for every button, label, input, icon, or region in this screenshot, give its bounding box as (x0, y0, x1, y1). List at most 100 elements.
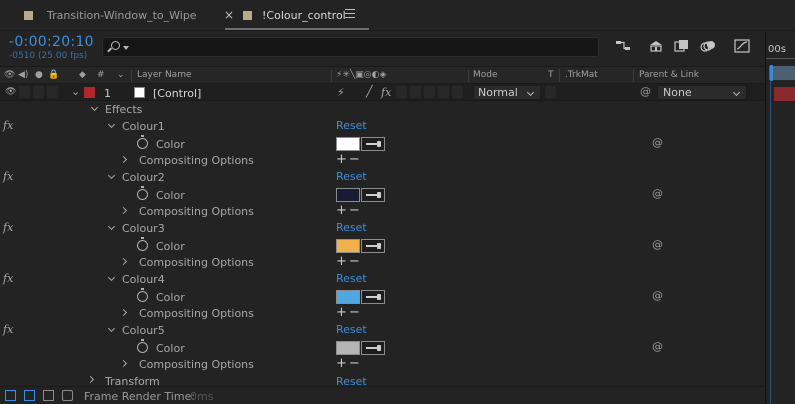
color-swatch[interactable] (336, 290, 360, 304)
pickwhip-icon[interactable]: @ (652, 340, 663, 353)
color-swatch[interactable] (336, 188, 360, 202)
compositing-options-row[interactable]: Compositing Options +− (0, 305, 765, 322)
color-property-row[interactable]: Color @ (0, 135, 765, 152)
pickwhip-icon[interactable]: @ (640, 85, 651, 98)
current-time-indicator[interactable] (770, 65, 773, 81)
visibility-eye-icon[interactable]: 👁 (5, 87, 16, 97)
layer-name[interactable]: [Control] (153, 87, 201, 100)
graph-editor-icon[interactable] (734, 39, 750, 53)
in-out-toggle-icon[interactable] (43, 390, 54, 401)
stopwatch-icon[interactable] (137, 186, 148, 200)
color-property-row[interactable]: Color @ (0, 186, 765, 203)
twirl-down-icon[interactable] (90, 103, 99, 112)
effect-toggle-icon[interactable]: fx (3, 119, 13, 132)
mode-header[interactable]: Mode (473, 70, 498, 80)
composition-mini-flowchart-icon[interactable] (615, 39, 631, 53)
compositing-options-row[interactable]: Compositing Options +− (0, 356, 765, 373)
render-time-toggle-icon[interactable] (62, 390, 73, 401)
stopwatch-icon[interactable] (137, 288, 148, 302)
add-remove-mask-icon[interactable]: +− (336, 254, 362, 269)
motion-blur-switch[interactable] (410, 86, 421, 98)
lock-column-icon[interactable]: 🔒 (48, 70, 59, 80)
twirl-right-icon[interactable] (86, 375, 95, 384)
effect-row-colour4[interactable]: fx Colour4 Reset (0, 271, 765, 288)
compositing-options-row[interactable]: Compositing Options +− (0, 254, 765, 271)
color-property-row[interactable]: Color @ (0, 339, 765, 356)
adjustment-layer-switch[interactable] (424, 86, 435, 98)
number-column-icon[interactable]: # (97, 70, 105, 80)
effect-row-colour3[interactable]: fx Colour3 Reset (0, 220, 765, 237)
transfer-controls-toggle-icon[interactable] (24, 390, 35, 401)
solo-column-icon[interactable]: ● (35, 70, 43, 80)
transform-row[interactable]: Transform Reset (0, 373, 765, 388)
motion-blur-icon[interactable] (700, 39, 716, 53)
draft-3d-icon[interactable] (648, 39, 664, 53)
label-column-icon[interactable]: ◆ (79, 70, 86, 80)
eye-column-icon[interactable]: 👁 (4, 70, 15, 80)
twirl-right-icon[interactable] (119, 206, 128, 215)
eyedropper-icon[interactable] (361, 137, 385, 151)
stopwatch-icon[interactable] (137, 135, 148, 149)
add-remove-mask-icon[interactable]: +− (336, 152, 362, 167)
twirl-down-icon[interactable]: ⌄ (71, 85, 80, 98)
twirl-down-icon[interactable] (107, 120, 116, 129)
twirl-down-icon[interactable] (107, 324, 116, 333)
panel-menu-icon[interactable] (345, 9, 355, 21)
audio-column-icon[interactable]: ◀) (18, 70, 28, 80)
add-remove-mask-icon[interactable]: +− (336, 203, 362, 218)
layer-label-color[interactable] (84, 87, 95, 98)
twirl-right-icon[interactable] (119, 308, 128, 317)
effects-group-row[interactable]: Effects (0, 101, 765, 118)
eyedropper-icon[interactable] (361, 341, 385, 355)
twirl-down-icon[interactable] (107, 222, 116, 231)
solo-switch[interactable] (33, 86, 44, 98)
3d-layer-switch[interactable] (438, 86, 449, 98)
effects-switch-icon[interactable]: fx (381, 86, 391, 99)
twirl-right-icon[interactable] (119, 155, 128, 164)
layer-row[interactable]: 👁 ⌄ 1 [Control] ⚡ ╱ fx Normal @ None (0, 84, 765, 101)
layer-switches-toggle-icon[interactable] (5, 390, 16, 401)
search-input[interactable] (102, 37, 599, 57)
eyedropper-icon[interactable] (361, 239, 385, 253)
close-tab-icon[interactable]: × (224, 8, 234, 22)
twirl-down-icon[interactable] (107, 171, 116, 180)
compositing-options-row[interactable]: Compositing Options +− (0, 152, 765, 169)
pickwhip-icon[interactable]: @ (652, 289, 663, 302)
shy-switch-icon[interactable]: ⚡ (337, 86, 345, 99)
current-time-display[interactable]: -0:00:20:10 (9, 34, 94, 50)
effect-toggle-icon[interactable]: fx (3, 170, 13, 183)
frame-blend-switch[interactable] (396, 86, 407, 98)
effect-toggle-icon[interactable]: fx (3, 272, 13, 285)
color-swatch[interactable] (336, 239, 360, 253)
t-header[interactable]: T (548, 70, 554, 80)
color-swatch[interactable] (336, 137, 360, 151)
reset-button[interactable]: Reset (336, 221, 367, 234)
twirl-right-icon[interactable] (119, 257, 128, 266)
layer-name-header[interactable]: Layer Name (137, 70, 192, 80)
pickwhip-icon[interactable]: @ (652, 187, 663, 200)
compositing-options-row[interactable]: Compositing Options +− (0, 203, 765, 220)
reset-button[interactable]: Reset (336, 272, 367, 285)
tab-transition-window[interactable]: Transition-Window_to_Wipe (24, 0, 197, 31)
effect-row-colour5[interactable]: fx Colour5 Reset (0, 322, 765, 339)
switch-cell[interactable] (452, 86, 463, 98)
lock-switch[interactable] (47, 86, 58, 98)
twirl-down-icon[interactable] (107, 273, 116, 282)
stopwatch-icon[interactable] (137, 237, 148, 251)
add-remove-mask-icon[interactable]: +− (336, 356, 362, 371)
color-property-row[interactable]: Color @ (0, 288, 765, 305)
sort-indicator[interactable]: ⌄ (117, 70, 125, 80)
time-ruler[interactable] (766, 58, 795, 64)
parent-dropdown[interactable]: None (657, 85, 747, 100)
tab-colour-control[interactable]: !Colour_control (243, 0, 346, 31)
parent-link-header[interactable]: Parent & Link (639, 70, 699, 80)
stopwatch-icon[interactable] (137, 339, 148, 353)
eyedropper-icon[interactable] (361, 290, 385, 304)
reset-button[interactable]: Reset (336, 119, 367, 132)
add-remove-mask-icon[interactable]: +− (336, 305, 362, 320)
frame-blending-icon[interactable] (674, 39, 690, 53)
pickwhip-icon[interactable]: @ (652, 238, 663, 251)
effect-row-colour1[interactable]: fx Colour1 Reset (0, 118, 765, 135)
color-property-row[interactable]: Color @ (0, 237, 765, 254)
effect-toggle-icon[interactable]: fx (3, 221, 13, 234)
